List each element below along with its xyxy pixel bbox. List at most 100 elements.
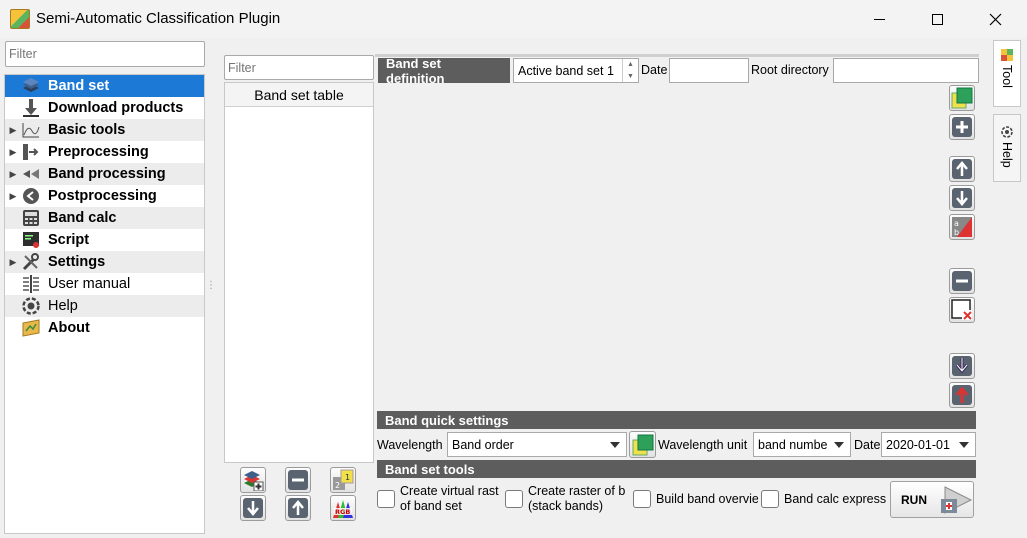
option-line: Create raster of b bbox=[528, 484, 626, 498]
remove-band-set-button[interactable] bbox=[285, 467, 311, 493]
chevron-down-icon bbox=[959, 442, 969, 448]
option-line: Create virtual rast bbox=[400, 484, 499, 498]
run-button[interactable]: RUN bbox=[890, 481, 974, 518]
spin-up-icon[interactable]: ▲ bbox=[627, 61, 634, 68]
sidebar-item-label: Settings bbox=[48, 254, 106, 270]
wavelength-unit-combobox[interactable]: band numbe bbox=[753, 432, 851, 457]
arrow-up-icon bbox=[288, 498, 308, 518]
add-band-set-button[interactable] bbox=[240, 467, 266, 493]
move-up-band-set-button[interactable] bbox=[285, 495, 311, 521]
script-icon bbox=[21, 231, 41, 249]
sidebar-item-preprocessing[interactable]: ▶ Preprocessing bbox=[5, 141, 204, 163]
rgb-composite-button[interactable]: RGB bbox=[330, 495, 356, 521]
run-icon bbox=[941, 485, 973, 514]
sidebar-item-band-calc[interactable]: Band calc bbox=[5, 207, 204, 229]
set-wavelength-button[interactable] bbox=[629, 431, 656, 458]
sidebar-item-settings[interactable]: ▶ Settings bbox=[5, 251, 204, 273]
build-band-overviews-checkbox[interactable] bbox=[633, 490, 651, 508]
active-band-set-spinbox[interactable]: Active band set 1 ▲ ▼ bbox=[513, 58, 639, 83]
create-virtual-raster-checkbox[interactable] bbox=[377, 490, 395, 508]
date-label: Date bbox=[641, 63, 668, 77]
panel-splitter[interactable]: ⋮ bbox=[206, 280, 216, 294]
spin-down-icon[interactable]: ▼ bbox=[627, 73, 634, 80]
maximize-button[interactable] bbox=[908, 0, 966, 38]
band-set-table-header[interactable]: Band set table bbox=[225, 83, 373, 107]
manual-icon bbox=[21, 275, 41, 293]
option-line: (stack bands) bbox=[528, 499, 604, 513]
export-button[interactable] bbox=[949, 382, 975, 408]
move-down-band-set-button[interactable] bbox=[240, 495, 266, 521]
band-set-table[interactable]: Band set table bbox=[224, 82, 374, 463]
maximize-icon bbox=[931, 13, 943, 25]
move-band-up-button[interactable] bbox=[949, 156, 975, 182]
expand-arrow-icon[interactable]: ▶ bbox=[5, 169, 21, 180]
add-files-icon bbox=[951, 87, 973, 109]
download-icon bbox=[21, 99, 41, 117]
band-calc-expression-checkbox[interactable] bbox=[761, 490, 779, 508]
build-band-overviews-label: Build band overvie bbox=[656, 492, 758, 506]
tab-help-label: Help bbox=[1000, 142, 1014, 168]
wavelength-combobox[interactable]: Band order bbox=[447, 432, 627, 457]
sidebar-item-about[interactable]: About bbox=[5, 317, 204, 339]
wavelength-label: Wavelength bbox=[377, 438, 443, 452]
svg-text:2: 2 bbox=[335, 481, 340, 490]
wavelength-value: Band order bbox=[452, 437, 514, 452]
expand-arrow-icon[interactable]: ▶ bbox=[5, 125, 21, 136]
band-set-tools-header: Band set tools bbox=[377, 460, 976, 478]
basic-tools-icon bbox=[21, 121, 41, 139]
expand-arrow-icon[interactable]: ▶ bbox=[5, 191, 21, 202]
move-band-down-button[interactable] bbox=[949, 185, 975, 211]
band-table-filter-input[interactable] bbox=[224, 55, 374, 80]
sidebar-filter-input[interactable] bbox=[5, 41, 205, 67]
help-icon bbox=[21, 297, 41, 315]
quick-date-label: Date bbox=[854, 438, 881, 452]
sidebar-item-user-manual[interactable]: User manual bbox=[5, 273, 204, 295]
sidebar-item-label: Help bbox=[48, 298, 78, 314]
active-band-set-value: Active band set 1 bbox=[518, 63, 614, 78]
import-button[interactable] bbox=[949, 353, 975, 379]
svg-text:1: 1 bbox=[345, 473, 350, 482]
date-input[interactable] bbox=[669, 58, 749, 83]
sidebar-item-script[interactable]: Script bbox=[5, 229, 204, 251]
add-band-set-icon bbox=[244, 471, 264, 491]
create-raster-stack-checkbox[interactable] bbox=[505, 490, 523, 508]
band-quick-settings-header: Band quick settings bbox=[377, 411, 976, 429]
minimize-button[interactable] bbox=[850, 0, 908, 38]
preprocessing-icon bbox=[21, 143, 41, 161]
sidebar-item-help[interactable]: Help bbox=[5, 295, 204, 317]
root-directory-input[interactable] bbox=[833, 58, 979, 83]
import-icon bbox=[952, 356, 972, 376]
option-line: of band set bbox=[400, 499, 462, 513]
sort-bands-icon: 21 bbox=[333, 469, 354, 490]
minimize-icon bbox=[873, 18, 885, 20]
sidebar-item-band-set[interactable]: Band set bbox=[5, 75, 204, 97]
sidebar-item-label: Basic tools bbox=[48, 122, 126, 138]
chevron-down-icon bbox=[834, 442, 844, 448]
clear-table-button[interactable] bbox=[949, 297, 975, 323]
sidebar-item-postprocessing[interactable]: ▶ Postprocessing bbox=[5, 185, 204, 207]
sidebar-item-label: Download products bbox=[48, 100, 184, 116]
sidebar-item-label: Preprocessing bbox=[48, 144, 149, 160]
tab-tool[interactable]: Tool bbox=[993, 40, 1021, 107]
sort-by-name-button[interactable]: ab bbox=[949, 214, 975, 240]
band-processing-icon bbox=[21, 165, 41, 183]
sort-bands-button[interactable]: 21 bbox=[330, 467, 356, 493]
calculator-icon bbox=[21, 209, 41, 227]
sidebar-item-basic-tools[interactable]: ▶ Basic tools bbox=[5, 119, 204, 141]
settings-icon bbox=[21, 253, 41, 271]
expand-arrow-icon[interactable]: ▶ bbox=[5, 257, 21, 268]
sidebar-item-download-products[interactable]: Download products bbox=[5, 97, 204, 119]
quick-date-value: 2020-01-01 bbox=[886, 437, 950, 452]
band-set-definition-header: Band set definition bbox=[378, 56, 510, 86]
remove-band-button[interactable] bbox=[949, 268, 975, 294]
sidebar-item-band-processing[interactable]: ▶ Band processing bbox=[5, 163, 204, 185]
plus-icon bbox=[952, 117, 972, 137]
add-band-button[interactable] bbox=[949, 114, 975, 140]
spin-arrows[interactable]: ▲ ▼ bbox=[622, 59, 638, 82]
quick-date-picker[interactable]: 2020-01-01 bbox=[881, 432, 976, 457]
sidebar-item-label: About bbox=[48, 320, 90, 336]
add-files-button[interactable] bbox=[949, 85, 975, 111]
tab-help[interactable]: Help bbox=[993, 114, 1021, 182]
expand-arrow-icon[interactable]: ▶ bbox=[5, 147, 21, 158]
close-button[interactable] bbox=[966, 0, 1024, 38]
